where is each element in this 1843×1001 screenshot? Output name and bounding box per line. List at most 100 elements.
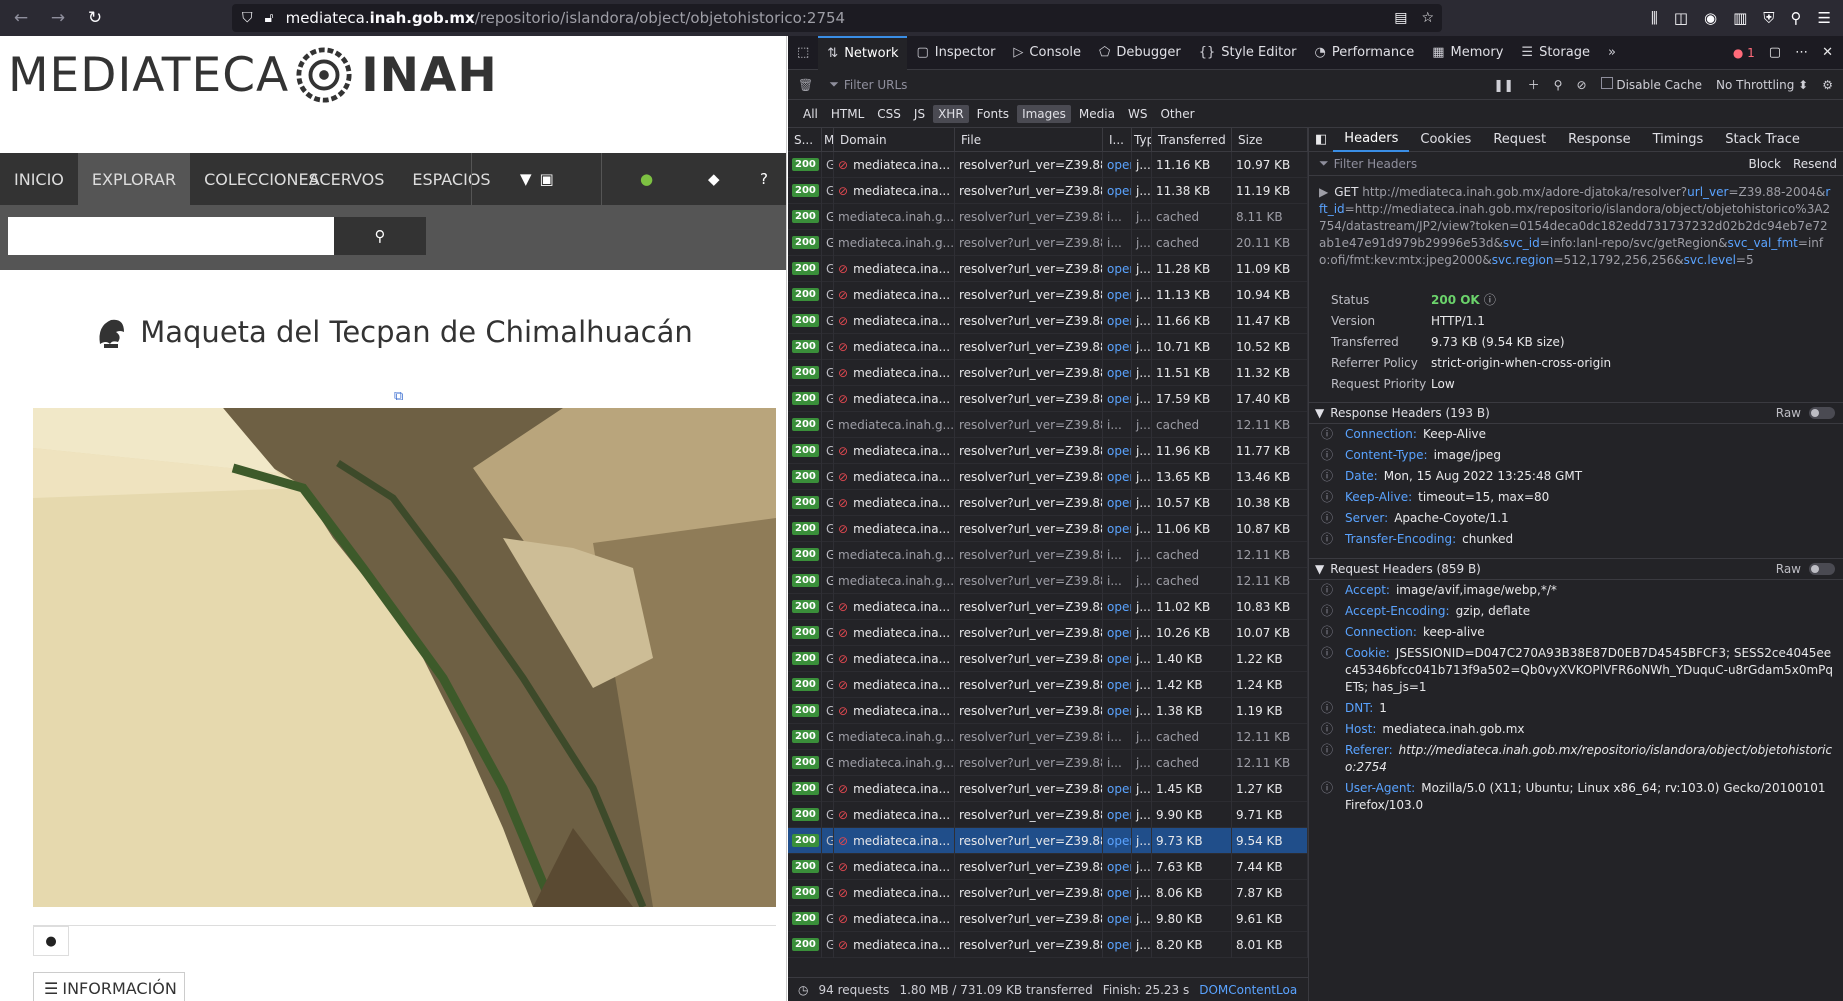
- table-row[interactable]: 200G ⊘ mediateca.ina... resolver?url_ver=Z3…: [788, 255, 1308, 282]
- request-headers-section[interactable]: ▼ Request Headers (859 B) Raw: [1309, 558, 1843, 580]
- table-row[interactable]: 200G ⊘ mediateca.ina... resolver?url_ver=Z3…: [788, 827, 1308, 854]
- add-icon[interactable]: ＋: [1528, 76, 1540, 93]
- row-initiator[interactable]: open: [1103, 177, 1132, 204]
- back-icon[interactable]: ←: [5, 2, 37, 34]
- table-row[interactable]: 200G ⊘ mediateca.ina... resolver?url_ver=Z3…: [788, 775, 1308, 802]
- disable-cache-checkbox[interactable]: Disable Cache: [1600, 77, 1702, 92]
- pause-icon[interactable]: ❚❚: [1494, 78, 1514, 92]
- table-row[interactable]: 200G ⊘ mediateca.ina... resolver?url_ver=Z3…: [788, 151, 1308, 178]
- block-button[interactable]: Block: [1748, 157, 1780, 171]
- tab-timings[interactable]: Timings: [1642, 128, 1715, 152]
- ublock-icon[interactable]: ⛨: [1763, 9, 1774, 27]
- help-icon[interactable]: ⓘ: [1321, 624, 1345, 641]
- row-initiator[interactable]: open: [1103, 307, 1132, 334]
- table-row[interactable]: 200Gmediateca.inah.g...resolver?url_ver=…: [788, 203, 1308, 230]
- filter-xhr[interactable]: XHR: [933, 104, 969, 123]
- table-row[interactable]: 200G ⊘ mediateca.ina... resolver?url_ver=Z3…: [788, 593, 1308, 620]
- filter-headers-input[interactable]: ⏷ Filter Headers Block Resend: [1309, 152, 1843, 176]
- expand-triangle-icon[interactable]: ▶: [1319, 185, 1328, 199]
- help-icon[interactable]: ⓘ: [1321, 447, 1345, 464]
- extension-icon[interactable]: ▥: [1733, 9, 1747, 27]
- table-row[interactable]: 200Gmediateca.inah.g...resolver?url_ver=…: [788, 541, 1308, 568]
- error-count-badge[interactable]: ● 1: [1733, 46, 1755, 60]
- help-icon[interactable]: ⓘ: [1321, 721, 1345, 738]
- row-initiator[interactable]: open: [1103, 463, 1132, 490]
- col-file[interactable]: File: [955, 128, 1103, 152]
- row-initiator[interactable]: i...: [1103, 749, 1132, 776]
- comment-icon[interactable]: ◆: [708, 170, 720, 188]
- row-initiator[interactable]: i...: [1103, 203, 1132, 230]
- filter-media[interactable]: Media: [1074, 105, 1120, 123]
- row-initiator[interactable]: open: [1103, 827, 1132, 854]
- col-status[interactable]: S...: [788, 128, 822, 152]
- reader-view-icon[interactable]: ▤: [1394, 10, 1407, 26]
- row-initiator[interactable]: open: [1103, 151, 1132, 178]
- nav-espacios[interactable]: ESPACIOS: [398, 153, 504, 205]
- table-row[interactable]: 200G ⊘ mediateca.ina... resolver?url_ver=Z3…: [788, 307, 1308, 334]
- help-icon[interactable]: ⓘ: [1321, 780, 1345, 814]
- help-icon[interactable]: ?: [760, 170, 768, 188]
- row-initiator[interactable]: open: [1103, 697, 1132, 724]
- toggle-sidebar-icon[interactable]: ◧: [1315, 132, 1327, 147]
- settings-gear-icon[interactable]: ⚙: [1822, 78, 1833, 92]
- table-row[interactable]: 200G ⊘ mediateca.ina... resolver?url_ver=Z3…: [788, 359, 1308, 386]
- tab-console[interactable]: ▷ Console: [1004, 36, 1090, 70]
- table-row[interactable]: 200G ⊘ mediateca.ina... resolver?url_ver=Z3…: [788, 281, 1308, 308]
- tab-cookies[interactable]: Cookies: [1409, 128, 1482, 152]
- tab-stack-trace[interactable]: Stack Trace: [1714, 128, 1811, 152]
- tab-network[interactable]: ⇅ Network: [818, 35, 908, 70]
- row-initiator[interactable]: i...: [1103, 567, 1132, 594]
- table-row[interactable]: 200G ⊘ mediateca.ina... resolver?url_ver=Z3…: [788, 177, 1308, 204]
- tab-debugger[interactable]: ⬠ Debugger: [1090, 36, 1190, 70]
- help-icon[interactable]: ⓘ: [1321, 603, 1345, 620]
- row-initiator[interactable]: open: [1103, 255, 1132, 282]
- help-icon[interactable]: ⓘ: [1321, 742, 1345, 776]
- row-initiator[interactable]: open: [1103, 359, 1132, 386]
- filter-html[interactable]: HTML: [826, 105, 869, 123]
- tab-style-editor[interactable]: {} Style Editor: [1190, 36, 1306, 70]
- info-button[interactable]: ☰ INFORMACIÓN: [33, 972, 185, 1001]
- row-initiator[interactable]: open: [1103, 619, 1132, 646]
- tab-storage[interactable]: ☰ Storage: [1512, 36, 1599, 70]
- tab-performance[interactable]: ◔ Performance: [1306, 36, 1424, 70]
- tab-memory[interactable]: ▦ Memory: [1423, 36, 1512, 70]
- library-icon[interactable]: ⫼: [1651, 9, 1658, 27]
- filter-css[interactable]: CSS: [872, 105, 906, 123]
- throttling-select[interactable]: No Throttling ⬍: [1716, 78, 1808, 92]
- filter-ws[interactable]: WS: [1123, 105, 1152, 123]
- more-tabs-icon[interactable]: »: [1599, 36, 1625, 70]
- element-picker-icon[interactable]: ⬚: [788, 36, 818, 70]
- row-initiator[interactable]: open: [1103, 905, 1132, 932]
- help-icon[interactable]: ⓘ: [1321, 582, 1345, 599]
- table-row[interactable]: 200G ⊘ mediateca.ina... resolver?url_ver=Z3…: [788, 645, 1308, 672]
- nav-explorar[interactable]: EXPLORAR: [77, 153, 191, 205]
- devtools-menu-icon[interactable]: ⋯: [1795, 45, 1808, 60]
- help-icon[interactable]: ⓘ: [1484, 293, 1496, 307]
- site-logo[interactable]: MEDIATECA INAH: [8, 46, 498, 104]
- block-icon[interactable]: ⊘: [1576, 78, 1586, 92]
- row-initiator[interactable]: open: [1103, 437, 1132, 464]
- row-initiator[interactable]: open: [1103, 775, 1132, 802]
- filter-fonts[interactable]: Fonts: [972, 105, 1014, 123]
- tab-inspector[interactable]: ▢ Inspector: [907, 36, 1004, 70]
- table-row[interactable]: 200G ⊘ mediateca.ina... resolver?url_ver=Z3…: [788, 931, 1308, 958]
- object-image[interactable]: [33, 408, 776, 907]
- site-search-input[interactable]: [8, 217, 334, 255]
- row-initiator[interactable]: i...: [1103, 411, 1132, 438]
- col-transferred[interactable]: Transferred: [1152, 128, 1232, 152]
- table-row[interactable]: 200Gmediateca.inah.g...resolver?url_ver=…: [788, 229, 1308, 256]
- clear-icon[interactable]: 🗑︎: [798, 78, 813, 92]
- image-tool-icon[interactable]: ⧉: [394, 389, 414, 407]
- row-initiator[interactable]: open: [1103, 385, 1132, 412]
- search-icon[interactable]: ⚲: [1554, 78, 1563, 92]
- dock-icon[interactable]: ▢: [1769, 45, 1781, 60]
- row-initiator[interactable]: i...: [1103, 229, 1132, 256]
- bookmark-star-icon[interactable]: ☆: [1421, 10, 1434, 26]
- dropdown-caret-icon[interactable]: ▼: [520, 170, 532, 188]
- col-domain[interactable]: Domain: [834, 128, 955, 152]
- col-type[interactable]: Typ: [1132, 128, 1152, 152]
- sidebar-icon[interactable]: ◫: [1674, 9, 1688, 27]
- row-initiator[interactable]: open: [1103, 489, 1132, 516]
- table-row[interactable]: 200G ⊘ mediateca.ina... resolver?url_ver=Z3…: [788, 385, 1308, 412]
- col-initiator[interactable]: I...: [1103, 128, 1132, 152]
